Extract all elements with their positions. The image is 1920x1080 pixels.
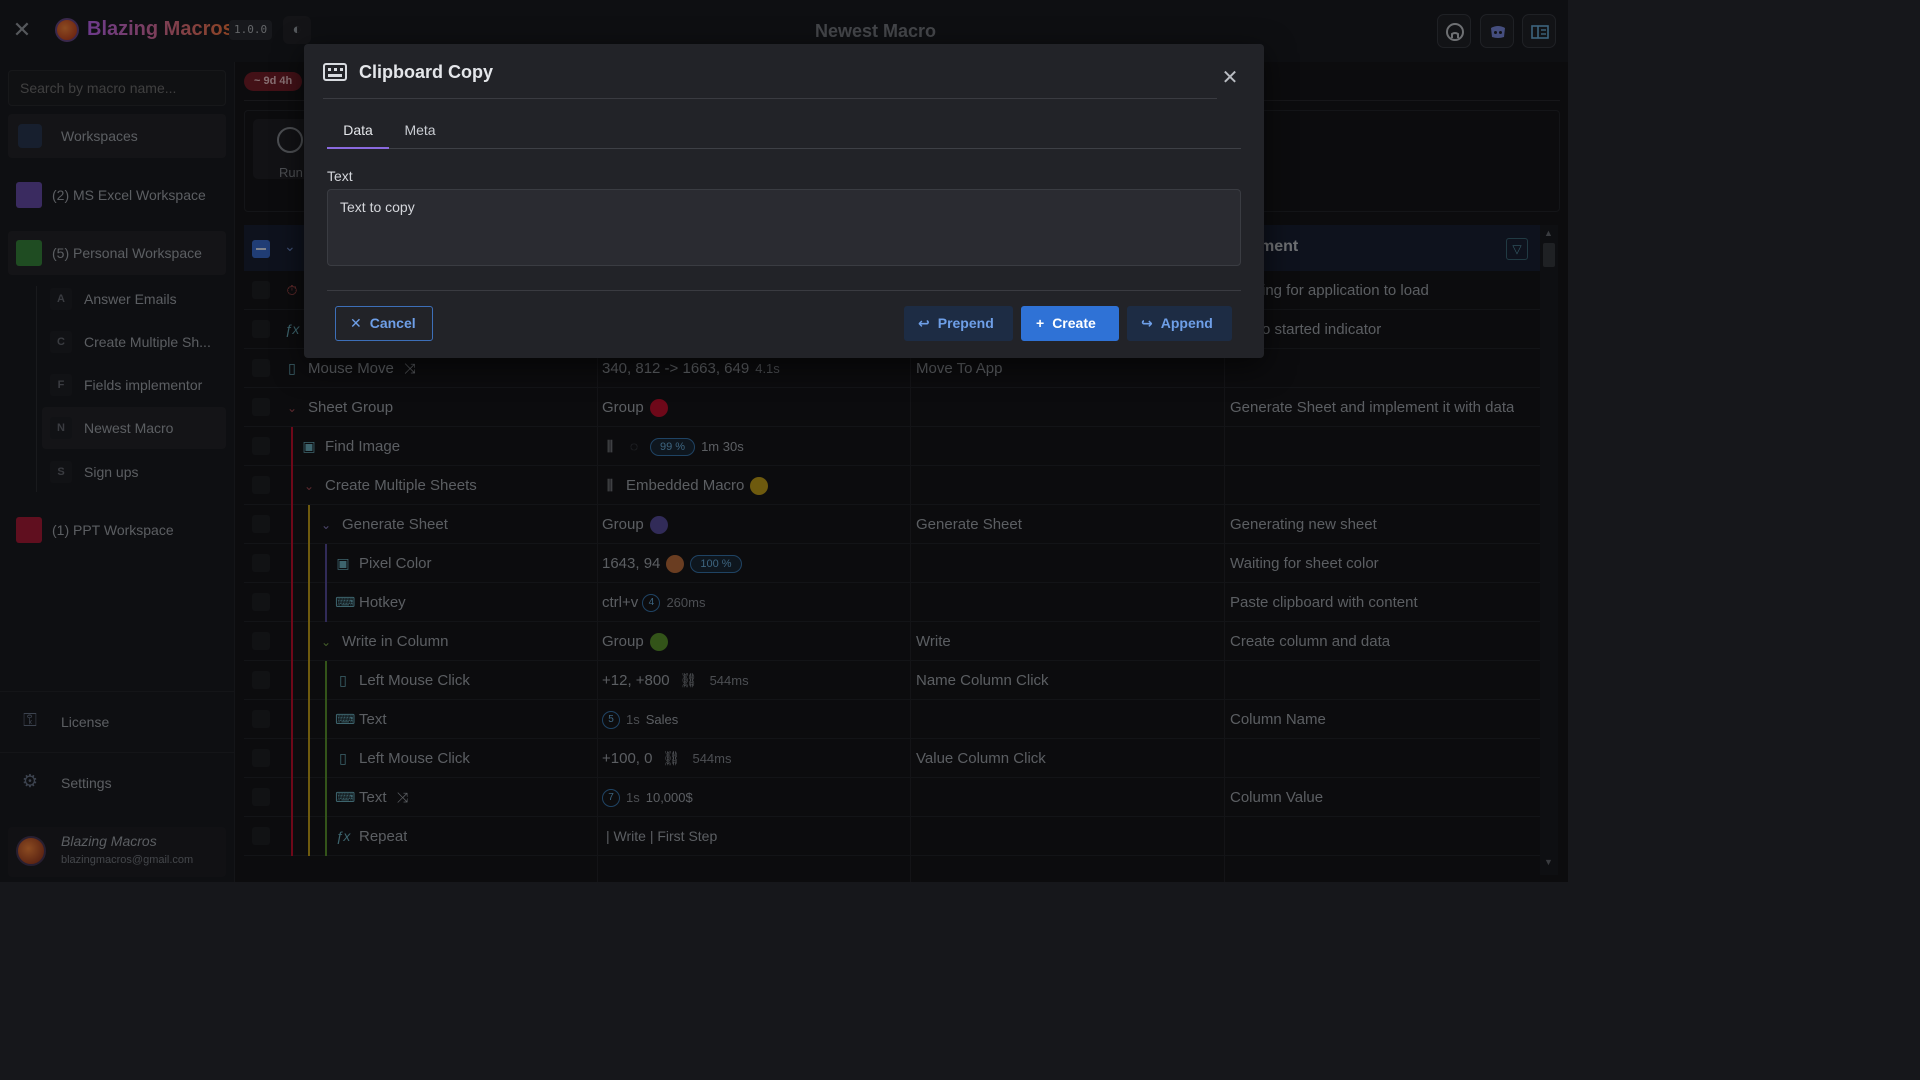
text-field[interactable]: Text to copy	[327, 189, 1241, 266]
clipboard-copy-dialog: Clipboard Copy ✕ Data Meta Text Text to …	[304, 44, 1264, 358]
prepend-button[interactable]: ↩ Prepend	[904, 306, 1013, 341]
prepend-label: Prepend	[937, 315, 994, 331]
plus-icon: +	[1036, 315, 1045, 331]
divider	[323, 98, 1217, 99]
close-icon: ✕	[350, 315, 362, 331]
text-field-label: Text	[327, 168, 353, 184]
cancel-button[interactable]: ✕ Cancel	[335, 306, 433, 341]
app-root: ✕ Blazing Macros 1.0.0 ◐ Newest Macro Wo…	[0, 0, 1568, 882]
create-label: Create	[1052, 315, 1096, 331]
divider	[327, 290, 1241, 291]
append-label: Append	[1160, 315, 1213, 331]
arrow-right-icon: ↪	[1141, 315, 1153, 331]
dialog-title: Clipboard Copy	[359, 62, 493, 82]
arrow-left-icon: ↩	[918, 315, 930, 331]
keyboard-icon	[323, 63, 347, 81]
tab-data[interactable]: Data	[327, 116, 389, 149]
create-button[interactable]: + Create	[1021, 306, 1119, 341]
cancel-label: Cancel	[369, 315, 416, 331]
tab-meta[interactable]: Meta	[393, 116, 447, 149]
close-icon[interactable]: ✕	[1220, 68, 1240, 88]
append-button[interactable]: ↪ Append	[1127, 306, 1232, 341]
dialog-tabs: Data Meta	[327, 116, 1241, 149]
